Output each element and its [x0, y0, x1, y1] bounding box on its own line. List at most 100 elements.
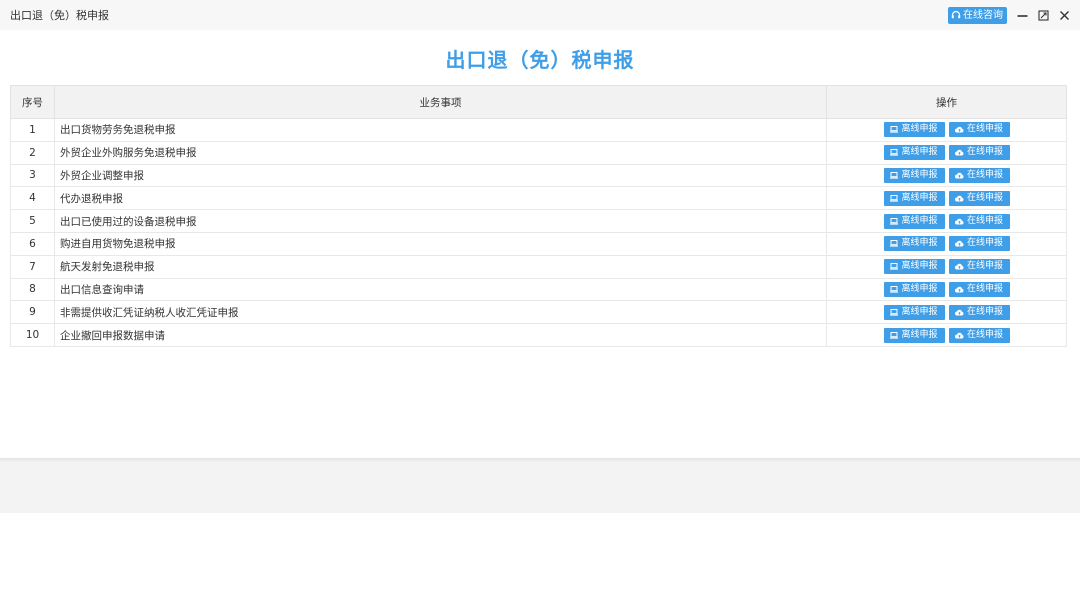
cloud-upload-icon — [954, 127, 964, 133]
online-declare-button[interactable]: 在线申报 — [948, 190, 1010, 206]
row-action-group: 离线申报 在线申报 — [827, 259, 1066, 275]
cloud-upload-icon — [954, 309, 964, 316]
offline-declare-button[interactable]: 离线申报 — [883, 167, 945, 183]
row-number: 1 — [10, 118, 55, 142]
table-header-row: 序号 业务事项 操作 — [10, 85, 1067, 119]
offline-declare-button[interactable]: 离线申报 — [883, 259, 945, 275]
offline-declare-button[interactable]: 离线申报 — [883, 145, 945, 161]
online-declare-button[interactable]: 在线申报 — [948, 122, 1010, 138]
online-declare-label: 在线申报 — [966, 215, 1003, 226]
minimize-icon — [1017, 14, 1027, 17]
table-row: 3 外贸企业调整申报 离线申报 在线申报 — [10, 164, 1067, 188]
row-item-name: 非需提供收汇凭证纳税人收汇凭证申报 — [54, 300, 827, 325]
row-action-group: 离线申报 在线申报 — [827, 145, 1066, 161]
online-consult-button[interactable]: 在线咨询 — [948, 6, 1007, 24]
online-declare-button[interactable]: 在线申报 — [948, 145, 1010, 161]
row-action-group: 离线申报 在线申报 — [827, 236, 1066, 252]
row-item-name: 企业撤回申报数据申请 — [54, 323, 827, 347]
row-actions: 离线申报 在线申报 — [826, 141, 1067, 165]
offline-declare-button[interactable]: 离线申报 — [883, 190, 945, 206]
offline-declare-button[interactable]: 离线申报 — [883, 281, 945, 297]
maximize-button[interactable] — [1037, 9, 1049, 21]
close-icon — [1059, 10, 1069, 20]
row-item-name: 外贸企业调整申报 — [54, 164, 827, 188]
maximize-icon — [1037, 9, 1049, 21]
offline-declare-label: 离线申报 — [901, 238, 938, 249]
table-row: 6 购进自用货物免退税申报 离线申报 在线申报 — [10, 232, 1067, 256]
row-actions: 离线申报 在线申报 — [826, 209, 1067, 233]
offline-declare-button[interactable]: 离线申报 — [883, 122, 945, 138]
table-row: 7 航天发射免退税申报 离线申报 在线申报 — [10, 255, 1067, 279]
row-item-name: 代办退税申报 — [54, 186, 827, 211]
row-actions: 离线申报 在线申报 — [826, 300, 1067, 325]
row-actions: 离线申报 在线申报 — [826, 186, 1067, 211]
row-number: 6 — [10, 232, 55, 256]
offline-declare-label: 离线申报 — [901, 261, 938, 272]
row-item-name: 购进自用货物免退税申报 — [54, 232, 827, 256]
online-declare-label: 在线申报 — [966, 261, 1003, 272]
cloud-upload-icon — [954, 195, 964, 202]
offline-declare-label: 离线申报 — [901, 169, 938, 180]
table-row: 10 企业撤回申报数据申请 离线申报 在线申报 — [10, 323, 1067, 347]
row-action-group: 离线申报 在线申报 — [827, 190, 1066, 206]
row-item-name: 出口货物劳务免退税申报 — [54, 118, 827, 142]
online-declare-button[interactable]: 在线申报 — [948, 213, 1010, 229]
row-action-group: 离线申报 在线申报 — [827, 327, 1066, 343]
online-declare-label: 在线申报 — [966, 147, 1003, 158]
online-declare-button[interactable]: 在线申报 — [948, 167, 1010, 183]
table-row: 9 非需提供收汇凭证纳税人收汇凭证申报 离线申报 在线申报 — [10, 300, 1067, 325]
row-action-group: 离线申报 在线申报 — [827, 304, 1066, 320]
row-action-group: 离线申报 在线申报 — [827, 167, 1066, 183]
row-actions: 离线申报 在线申报 — [826, 323, 1067, 347]
laptop-icon — [890, 263, 899, 270]
row-item-name: 外贸企业外购服务免退税申报 — [54, 141, 827, 165]
table-row: 1 出口货物劳务免退税申报 离线申报 在线申报 — [10, 118, 1067, 142]
laptop-icon — [890, 240, 899, 247]
offline-declare-button[interactable]: 离线申报 — [883, 236, 945, 252]
online-declare-label: 在线申报 — [966, 306, 1003, 317]
minimize-button[interactable] — [1016, 9, 1028, 21]
row-item-name: 出口信息查询申请 — [54, 278, 827, 302]
laptop-icon — [890, 331, 899, 339]
row-action-group: 离线申报 在线申报 — [827, 122, 1066, 138]
laptop-icon — [890, 308, 899, 316]
window-title: 出口退（免）税申报 — [10, 9, 109, 22]
row-number: 10 — [10, 323, 55, 347]
close-button[interactable] — [1058, 9, 1070, 21]
row-actions: 离线申报 在线申报 — [826, 232, 1067, 256]
online-declare-label: 在线申报 — [966, 169, 1003, 180]
row-actions: 离线申报 在线申报 — [826, 164, 1067, 188]
online-declare-button[interactable]: 在线申报 — [948, 281, 1010, 297]
row-actions: 离线申报 在线申报 — [826, 255, 1067, 279]
column-header-action: 操作 — [826, 85, 1067, 119]
online-declare-label: 在线申报 — [966, 329, 1003, 340]
laptop-icon — [890, 285, 899, 293]
offline-declare-label: 离线申报 — [901, 283, 938, 294]
online-declare-button[interactable]: 在线申报 — [948, 236, 1010, 252]
title-bar: 出口退（免）税申报 在线咨询 — [0, 0, 1080, 30]
online-declare-label: 在线申报 — [966, 283, 1003, 294]
offline-declare-button[interactable]: 离线申报 — [883, 213, 945, 229]
column-header-number: 序号 — [10, 85, 55, 119]
row-number: 3 — [10, 164, 55, 188]
offline-declare-label: 离线申报 — [901, 306, 938, 317]
online-declare-button[interactable]: 在线申报 — [948, 327, 1010, 343]
row-actions: 离线申报 在线申报 — [826, 118, 1067, 142]
page-title: 出口退（免）税申报 — [445, 48, 635, 72]
offline-declare-label: 离线申报 — [901, 124, 938, 135]
row-action-group: 离线申报 在线申报 — [827, 281, 1066, 297]
row-item-name: 出口已使用过的设备退税申报 — [54, 209, 827, 233]
online-declare-button[interactable]: 在线申报 — [948, 304, 1010, 320]
row-number: 8 — [10, 278, 55, 302]
row-number: 7 — [10, 255, 55, 279]
laptop-icon — [890, 126, 899, 133]
row-number: 5 — [10, 209, 55, 233]
online-declare-button[interactable]: 在线申报 — [948, 259, 1010, 275]
cloud-upload-icon — [954, 218, 964, 225]
headset-icon — [951, 10, 961, 19]
footer-bar — [0, 462, 1080, 513]
table-row: 5 出口已使用过的设备退税申报 离线申报 在线申报 — [10, 209, 1067, 233]
cloud-upload-icon — [954, 263, 964, 270]
offline-declare-button[interactable]: 离线申报 — [883, 304, 945, 320]
offline-declare-button[interactable]: 离线申报 — [883, 327, 945, 343]
